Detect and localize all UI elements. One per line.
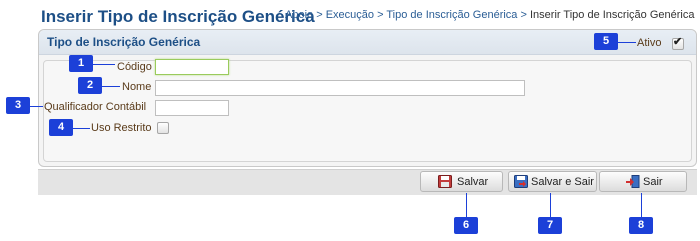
callout-leader-6 [466,193,467,217]
callout-badge-2: 2 [78,77,102,94]
callout-leader-5 [618,42,636,43]
page-title: Inserir Tipo de Inscrição Genérica [41,7,315,26]
save-and-exit-button-label: Salvar e Sair [531,176,594,188]
exit-button-label: Sair [643,176,663,188]
codigo-label: Código [117,61,152,73]
breadcrumb-item-tipo-inscricao[interactable]: Tipo de Inscrição Genérica [386,9,517,21]
callout-leader-7 [550,193,551,217]
callout-leader-4 [73,128,90,129]
qualificador-label: Qualificador Contábil [44,101,147,113]
ativo-label: Ativo [637,37,662,49]
exit-door-icon [626,175,640,188]
breadcrumb-separator: > [520,9,527,21]
breadcrumb-item-apoio[interactable]: Apoio [285,9,313,21]
codigo-input[interactable] [155,59,229,75]
exit-button[interactable]: Sair [599,171,687,192]
save-button[interactable]: Salvar [420,171,503,192]
callout-badge-7: 7 [538,217,562,234]
ativo-checkbox[interactable]: ✔ [672,36,684,50]
checkmark-icon: ✔ [673,36,683,48]
floppy-disk-icon [438,175,452,188]
qualificador-input[interactable] [155,100,229,116]
callout-leader-1 [93,64,115,65]
save-exit-icon [514,175,528,188]
uso-restrito-checkbox[interactable] [157,122,169,134]
callout-badge-8: 8 [629,217,653,234]
breadcrumb-item-execucao[interactable]: Execução [326,9,374,21]
callout-leader-2 [102,86,120,87]
callout-leader-3 [30,106,43,107]
breadcrumb: Apoio > Execução > Tipo de Inscrição Gen… [285,9,694,21]
save-button-label: Salvar [457,176,489,188]
save-and-exit-button[interactable]: Salvar e Sair [508,171,597,192]
callout-leader-8 [641,193,642,217]
uso-restrito-label: Uso Restrito [91,122,152,134]
breadcrumb-separator: > [377,9,384,21]
callout-badge-1: 1 [69,55,93,72]
breadcrumb-item-current: Inserir Tipo de Inscrição Genérica [529,9,695,21]
callout-badge-6: 6 [454,217,478,234]
callout-badge-4: 4 [49,119,73,136]
nome-input[interactable] [155,80,525,96]
callout-badge-3: 3 [6,97,30,114]
nome-label: Nome [122,81,152,93]
page: Inserir Tipo de Inscrição Genérica Apoio… [0,0,700,241]
breadcrumb-separator: > [316,9,323,21]
panel-title: Tipo de Inscrição Genérica [47,35,201,49]
callout-badge-5: 5 [594,33,618,50]
